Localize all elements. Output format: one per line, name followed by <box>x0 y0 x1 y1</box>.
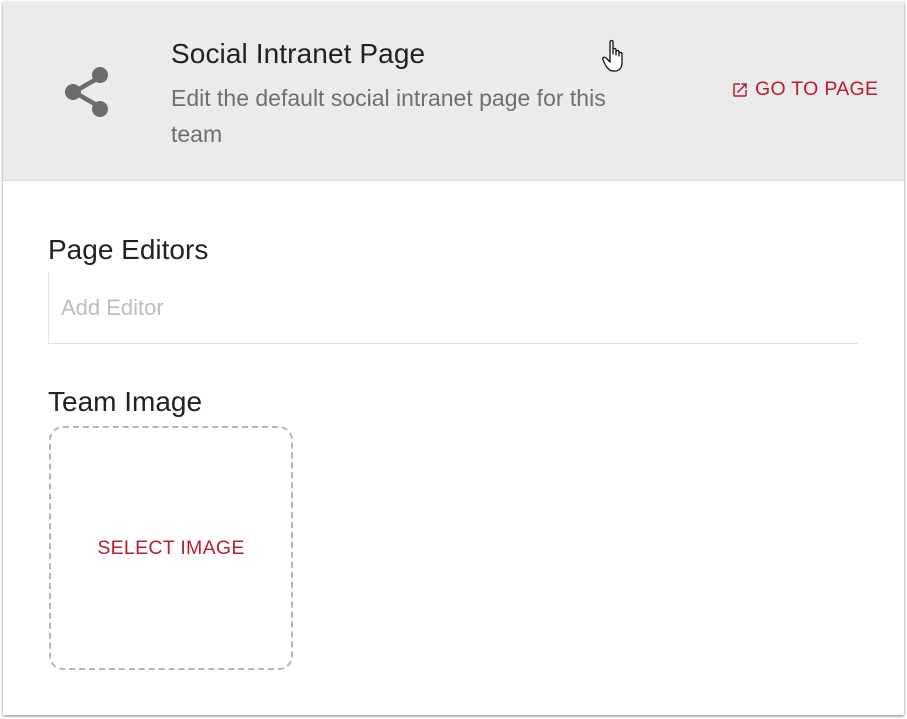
page-editors-heading: Page Editors <box>48 234 209 265</box>
share-icon <box>65 67 108 117</box>
hand-cursor-icon <box>602 39 623 72</box>
page-description: Edit the default social intranet page fo… <box>171 85 606 147</box>
select-image-button[interactable]: SELECT IMAGE <box>97 537 244 560</box>
card-header: Social Intranet Page Edit the default so… <box>3 2 904 181</box>
social-intranet-card: Social Intranet Page Edit the default so… <box>3 2 904 715</box>
add-editor-input[interactable] <box>48 272 858 344</box>
go-to-page-label: GO TO PAGE <box>755 78 879 100</box>
go-to-page-link[interactable]: GO TO PAGE <box>731 78 878 101</box>
external-link-icon <box>733 82 747 97</box>
team-image-heading: Team Image <box>48 386 203 417</box>
page-title: Social Intranet Page <box>171 38 426 69</box>
team-image-dropzone[interactable]: SELECT IMAGE <box>49 426 293 670</box>
